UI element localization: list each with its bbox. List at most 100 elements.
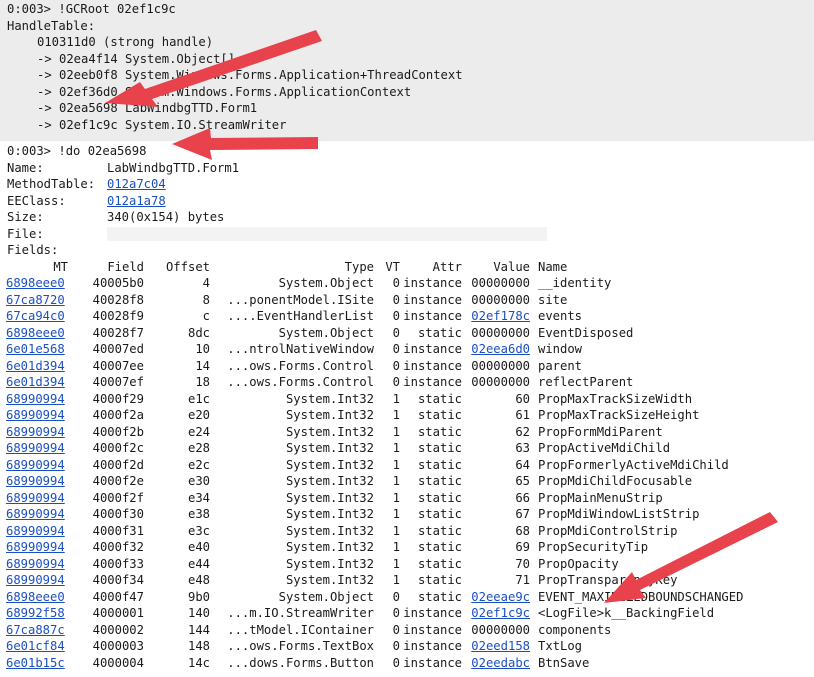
field-value-cell: 60	[462, 391, 530, 408]
field-row: 68990994 4000f29 e1c System.Int32 1 static 60 P…	[6, 391, 743, 408]
field-row: 6e01cf84 4000003 148 ...ows.Forms.TextBox 0 i…	[6, 638, 743, 655]
field-mt-link[interactable]: 6e01e568	[6, 342, 65, 356]
field-mt-link[interactable]: 68990994	[6, 474, 65, 488]
field-row: 67ca8720 40028f8 8 ...ponentModel.ISite 0 ins…	[6, 292, 743, 309]
field-name-cell: events	[530, 308, 743, 325]
field-name-cell: PropFormMdiParent	[530, 424, 743, 441]
field-value-cell: 00000000	[462, 275, 530, 292]
field-mt-link[interactable]: 6898eee0	[6, 276, 65, 290]
field-mt-link[interactable]: 6898eee0	[6, 590, 65, 604]
field-mt-link[interactable]: 68992f58	[6, 606, 65, 620]
eeclass-link[interactable]: 012a1a78	[107, 193, 166, 210]
field-attr: instance	[403, 292, 462, 307]
field-offset: e34	[187, 490, 210, 505]
field-attr: instance	[403, 309, 462, 323]
field-type-cell: System.Int32	[210, 523, 374, 540]
field-mt-link[interactable]: 68990994	[6, 491, 65, 505]
field-mt-link[interactable]: 68990994	[6, 557, 65, 571]
field-value-link[interactable]: 02ef178c	[471, 309, 530, 323]
field-mt-link[interactable]: 68990994	[6, 507, 65, 521]
field-mt-link[interactable]: 67ca8720	[6, 293, 65, 307]
field-mt-link[interactable]: 6e01d394	[6, 375, 65, 389]
handle-table-label: HandleTable:	[7, 18, 96, 33]
field-type: System.Int32	[285, 441, 374, 455]
field-value-link[interactable]: 02eed158	[471, 639, 530, 653]
field-token: 4000004	[92, 655, 144, 670]
field-offset-cell: e44	[144, 556, 210, 573]
field-mt-link[interactable]: 68990994	[6, 540, 65, 554]
field-name-cell: TxtLog	[530, 638, 743, 655]
field-mt-link[interactable]: 67ca94c0	[6, 309, 65, 323]
field-offset: 18	[195, 375, 210, 389]
field-token: 40007ed	[92, 342, 144, 356]
methodtable-link[interactable]: 012a7c04	[107, 176, 166, 193]
field-mt-link-cell: 6898eee0	[6, 325, 68, 342]
field-attr-cell: static	[400, 407, 462, 424]
field-mt-link-cell: 68990994	[6, 539, 68, 556]
field-value-link[interactable]: 02eedabc	[471, 656, 530, 670]
field-value-link[interactable]: 02ef1c9c	[471, 606, 530, 620]
field-vt-cell: 0	[374, 589, 400, 606]
field-type: System.Int32	[285, 424, 374, 439]
header-name: Name	[538, 259, 568, 274]
field-token: 4000f2f	[92, 490, 144, 505]
field-name: PropActiveMdiChild	[538, 441, 671, 455]
fields-label: Fields:	[7, 243, 59, 257]
field-mt-link[interactable]: 67ca887c	[6, 623, 65, 637]
field-row: 68992f58 4000001 140 ...m.IO.StreamWriter 0 i…	[6, 605, 743, 622]
field-name-cell: reflectParent	[530, 374, 743, 391]
field-name-cell: PropSecurityTip	[530, 539, 743, 556]
field-offset-cell: 144	[144, 622, 210, 639]
field-token-cell: 4000f32	[68, 539, 144, 556]
field-type: System.Int32	[285, 556, 374, 571]
field-mt-link[interactable]: 6e01cf84	[6, 639, 65, 653]
field-mt-link[interactable]: 68990994	[6, 408, 65, 422]
header-mt: MT	[53, 259, 68, 274]
field-value-cell: 00000000	[462, 358, 530, 375]
field-value-link[interactable]: 02eea6d0	[471, 342, 530, 356]
field-name: PropOpacity	[538, 556, 619, 571]
field-row: 6e01d394 40007ee 14 ...ows.Forms.Control 0 in…	[6, 358, 743, 375]
field-value: 65	[515, 474, 530, 488]
field-mt-link-cell: 6e01d394	[6, 358, 68, 375]
field-mt-link[interactable]: 6e01d394	[6, 359, 65, 373]
field-type-cell: System.Object	[210, 275, 374, 292]
field-type-cell: System.Int32	[210, 440, 374, 457]
field-token-cell: 4000f2f	[68, 490, 144, 507]
field-mt-link[interactable]: 68990994	[6, 392, 65, 406]
field-offset: e40	[187, 540, 210, 554]
field-mt-link[interactable]: 68990994	[6, 573, 65, 587]
field-mt-link[interactable]: 6e01b15c	[6, 656, 65, 670]
field-mt-link[interactable]: 68990994	[6, 524, 65, 538]
field-token-cell: 40007ed	[68, 341, 144, 358]
field-offset: 8	[202, 292, 210, 307]
field-mt-link-cell: 67ca887c	[6, 622, 68, 639]
field-mt-link[interactable]: 6898eee0	[6, 326, 65, 340]
field-attr: static	[417, 556, 462, 571]
field-token: 4000f2b	[92, 424, 144, 439]
field-vt-cell: 1	[374, 506, 400, 523]
field-offset: e44	[187, 556, 210, 571]
field-offset-cell: 148	[144, 638, 210, 655]
eeclass-label: EEClass:	[7, 193, 66, 208]
field-name: PropSecurityTip	[538, 540, 649, 554]
field-name-cell: EVENT_MAXIMIZEDBOUNDSCHANGED	[530, 589, 743, 606]
field-vt: 1	[392, 490, 400, 505]
field-vt-cell: 1	[374, 523, 400, 540]
field-vt-cell: 0	[374, 374, 400, 391]
field-token-cell: 40028f7	[68, 325, 144, 342]
field-name: parent	[538, 358, 583, 373]
field-attr-cell: instance	[400, 374, 462, 391]
field-vt: 1	[392, 540, 400, 554]
field-mt-link[interactable]: 68990994	[6, 458, 65, 472]
name-value: LabWindbgTTD.Form1	[107, 160, 240, 175]
field-token-cell: 40028f8	[68, 292, 144, 309]
field-mt-link[interactable]: 68990994	[6, 441, 65, 455]
field-token-cell: 40007ee	[68, 358, 144, 375]
field-type: System.Int32	[285, 523, 374, 538]
field-row: 67ca94c0 40028f9 c ....EventHandlerList 0 ins…	[6, 308, 743, 325]
field-mt-link[interactable]: 68990994	[6, 425, 65, 439]
field-value-link[interactable]: 02eeae9c	[471, 590, 530, 604]
field-mt-link-cell: 68992f58	[6, 605, 68, 622]
field-name: PropFormerlyActiveMdiChild	[538, 457, 729, 472]
